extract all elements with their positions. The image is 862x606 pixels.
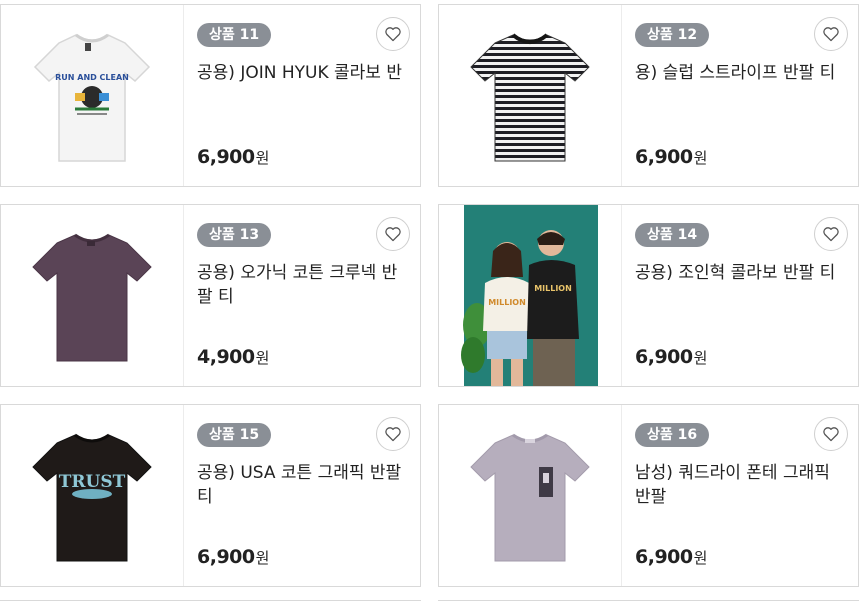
wishlist-button[interactable] (376, 17, 410, 51)
product-number-badge: 상품 15 (197, 423, 272, 447)
product-image[interactable] (1, 205, 184, 386)
wishlist-button[interactable] (376, 217, 410, 251)
heart-outline-icon (823, 227, 839, 242)
price-currency: 원 (255, 549, 270, 567)
product-image[interactable] (439, 405, 622, 586)
price-value: 6,900 (635, 546, 693, 568)
product-number-badge: 상품 11 (197, 23, 272, 47)
svg-text:TRUST: TRUST (59, 472, 126, 492)
product-number-badge: 상품 12 (635, 23, 710, 47)
product-card[interactable]: 상품 16 남성) 쿼드라이 폰테 그래픽 반팔 6,900원 (438, 404, 859, 587)
product-name[interactable]: 공용) USA 코튼 그래픽 반팔티 (197, 461, 407, 509)
product-number-badge: 상품 16 (635, 423, 710, 447)
product-price: 6,900원 (635, 346, 707, 368)
product-name[interactable]: 공용) 조인혁 콜라보 반팔 티 (635, 261, 845, 285)
price-value: 6,900 (635, 346, 693, 368)
product-image[interactable]: MILLION MILLION (439, 205, 622, 386)
next-row-card-edge (0, 600, 421, 606)
product-image[interactable]: TRUST (1, 405, 184, 586)
heart-outline-icon (385, 227, 401, 242)
heart-outline-icon (385, 427, 401, 442)
product-image[interactable] (439, 5, 622, 186)
wishlist-button[interactable] (814, 417, 848, 451)
product-image[interactable]: RUN AND CLEAN (1, 5, 184, 186)
product-number-badge: 상품 14 (635, 223, 710, 247)
product-name[interactable]: 공용) 오가닉 코튼 크루넥 반팔 티 (197, 261, 407, 309)
product-name[interactable]: 남성) 쿼드라이 폰테 그래픽 반팔 (635, 461, 845, 509)
price-currency: 원 (255, 149, 270, 167)
product-card[interactable]: RUN AND CLEAN 상품 11 공용) JOIN HYUK 콜라보 반 … (0, 4, 421, 187)
price-currency: 원 (255, 349, 270, 367)
product-name[interactable]: 공용) JOIN HYUK 콜라보 반 (197, 61, 407, 85)
price-currency: 원 (693, 549, 708, 567)
product-name[interactable]: 용) 슬럽 스트라이프 반팔 티 (635, 61, 845, 85)
price-currency: 원 (693, 149, 708, 167)
price-currency: 원 (693, 349, 708, 367)
price-value: 4,900 (197, 346, 255, 368)
price-value: 6,900 (197, 546, 255, 568)
heart-outline-icon (385, 27, 401, 42)
wishlist-button[interactable] (814, 217, 848, 251)
product-price: 6,900원 (197, 146, 269, 168)
heart-outline-icon (823, 27, 839, 42)
product-price: 6,900원 (635, 146, 707, 168)
svg-text:MILLION: MILLION (488, 298, 526, 307)
product-card[interactable]: MILLION MILLION 상품 14 공용) 조인혁 콜라보 반팔 티 6… (438, 204, 859, 387)
price-value: 6,900 (197, 146, 255, 168)
heart-outline-icon (823, 427, 839, 442)
wishlist-button[interactable] (376, 417, 410, 451)
product-price: 6,900원 (197, 546, 269, 568)
svg-text:RUN AND CLEAN: RUN AND CLEAN (55, 73, 129, 82)
product-price: 4,900원 (197, 346, 269, 368)
product-card[interactable]: 상품 13 공용) 오가닉 코튼 크루넥 반팔 티 4,900원 (0, 204, 421, 387)
product-price: 6,900원 (635, 546, 707, 568)
svg-text:MILLION: MILLION (534, 284, 572, 293)
product-card[interactable]: 상품 12 용) 슬럽 스트라이프 반팔 티 6,900원 (438, 4, 859, 187)
product-number-badge: 상품 13 (197, 223, 272, 247)
next-row-card-edge (438, 600, 859, 606)
price-value: 6,900 (635, 146, 693, 168)
product-card[interactable]: TRUST 상품 15 공용) USA 코튼 그래픽 반팔티 6,900원 (0, 404, 421, 587)
wishlist-button[interactable] (814, 17, 848, 51)
